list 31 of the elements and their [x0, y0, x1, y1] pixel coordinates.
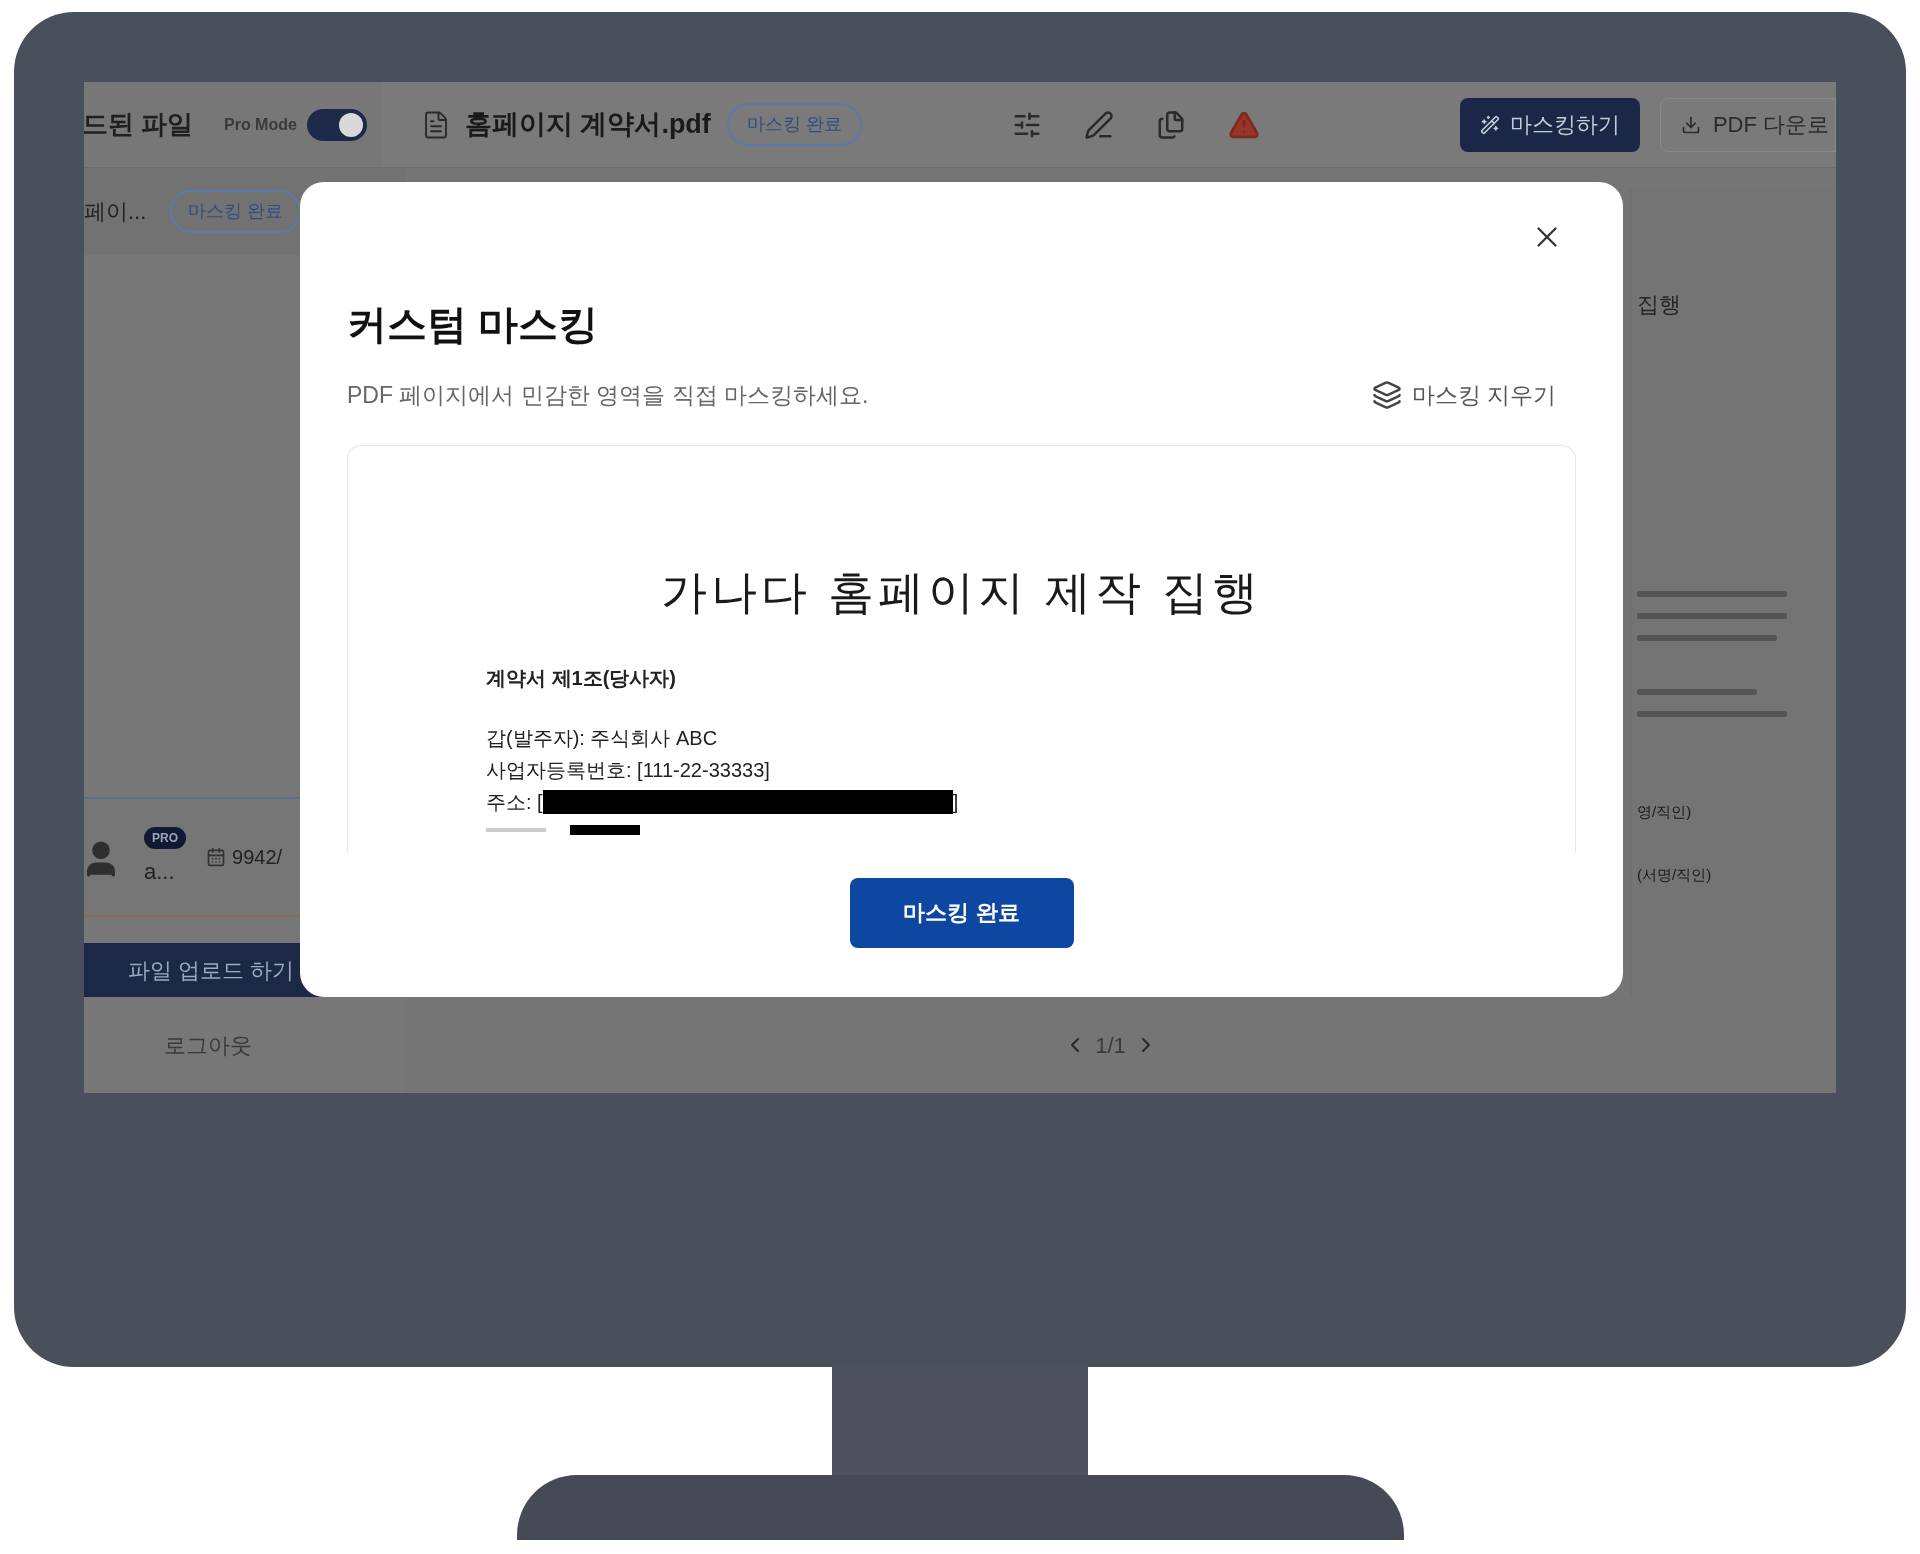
file-name: 페이...: [84, 198, 147, 226]
masking-button[interactable]: 마스킹하기: [1459, 97, 1640, 152]
status-badge: 마스킹 완료: [726, 103, 862, 146]
pdf-download-button[interactable]: PDF 다운로: [1659, 97, 1836, 152]
clear-masking-button[interactable]: 마스킹 지우기: [1371, 378, 1556, 413]
pro-mode-toggle[interactable]: [306, 108, 367, 141]
signature-label: 영/직인): [1637, 802, 1693, 822]
page-indicator: 1/1: [1095, 1031, 1126, 1060]
user-name: a...: [144, 857, 175, 886]
document-title: 가나다 홈페이지 제작 집행: [661, 564, 1262, 620]
file-name: 홈페이지 계약서.pdf: [464, 108, 711, 142]
document-line: 갑(발주자): 주식회사 ABC: [486, 725, 719, 751]
modal-description: PDF 페이지에서 민감한 영역을 직접 마스킹하세요.: [347, 381, 869, 410]
page-title: 집행: [1637, 291, 1682, 319]
document-line: 주소: [: [486, 789, 543, 815]
sidebar-title: 드된 파일: [84, 108, 194, 141]
signature-label: (서명/직인): [1637, 864, 1713, 885]
document-line: 계약서 제1조(당사자): [486, 665, 677, 691]
layers-icon: [1371, 380, 1402, 411]
usage-count: 9942/: [232, 845, 283, 870]
wand-icon: [1479, 114, 1500, 135]
document-line: ]: [952, 789, 959, 815]
confirm-masking-button[interactable]: 마스킹 완료: [849, 877, 1074, 948]
pro-badge: PRO: [144, 826, 186, 849]
pen-icon[interactable]: [1083, 109, 1114, 140]
calendar-icon: [206, 847, 226, 867]
download-icon: [1680, 114, 1701, 135]
document-line: 사업자등록번호: [111-22-33333]: [486, 757, 771, 783]
redaction-bar: [570, 824, 640, 835]
modal-title: 커스텀 마스킹: [347, 301, 600, 348]
pro-mode-label: Pro Mode: [224, 114, 297, 135]
